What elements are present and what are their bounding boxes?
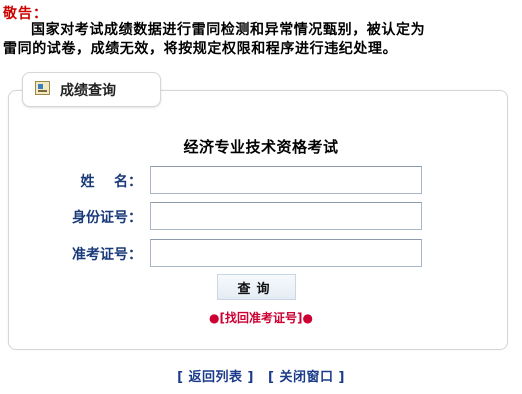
ticket-number-input[interactable] [150,239,422,267]
close-window-link[interactable]: [ 关闭窗口 ] [268,370,345,385]
query-button[interactable]: 查询 [217,274,296,300]
warning-line-1: 国家对考试成绩数据进行雷同检测和异常情况甄别，被认定为 [31,22,426,38]
name-input[interactable] [150,166,422,194]
id-number-input[interactable] [150,202,422,230]
recover-ticket-number-link[interactable]: [找回准考证号] [220,311,303,325]
bullet-left-icon: ● [209,311,220,325]
back-to-list-link[interactable]: [ 返回列表 ] [177,370,254,385]
name-label: 姓 名： [80,174,143,190]
footer-links: [ 返回列表 ] [ 关闭窗口 ] [0,366,522,385]
warning-text: 国家对考试成绩数据进行雷同检测和异常情况甄别，被认定为 雷同的试卷，成绩无效，将… [3,21,518,59]
bullet-right-icon: ● [302,311,313,325]
exam-title: 经济专业技术资格考试 [183,138,339,156]
certificate-icon [35,81,50,95]
panel-tab-label: 成绩查询 [60,83,116,99]
warning-line-2: 雷同的试卷，成绩无效，将按规定权限和程序进行违纪处理。 [3,41,398,57]
recover-ticket-link-row: ●[找回准考证号]● [0,309,522,326]
ticket-number-label: 准考证号： [72,247,142,263]
panel-tab: 成绩查询 [22,72,161,107]
ticket-number-row: 准考证号： [0,239,522,267]
name-row: 姓 名： [0,166,522,194]
warning-title: 敬告： [3,6,48,22]
id-number-label: 身份证号： [72,210,142,226]
id-number-row: 身份证号： [0,202,522,230]
